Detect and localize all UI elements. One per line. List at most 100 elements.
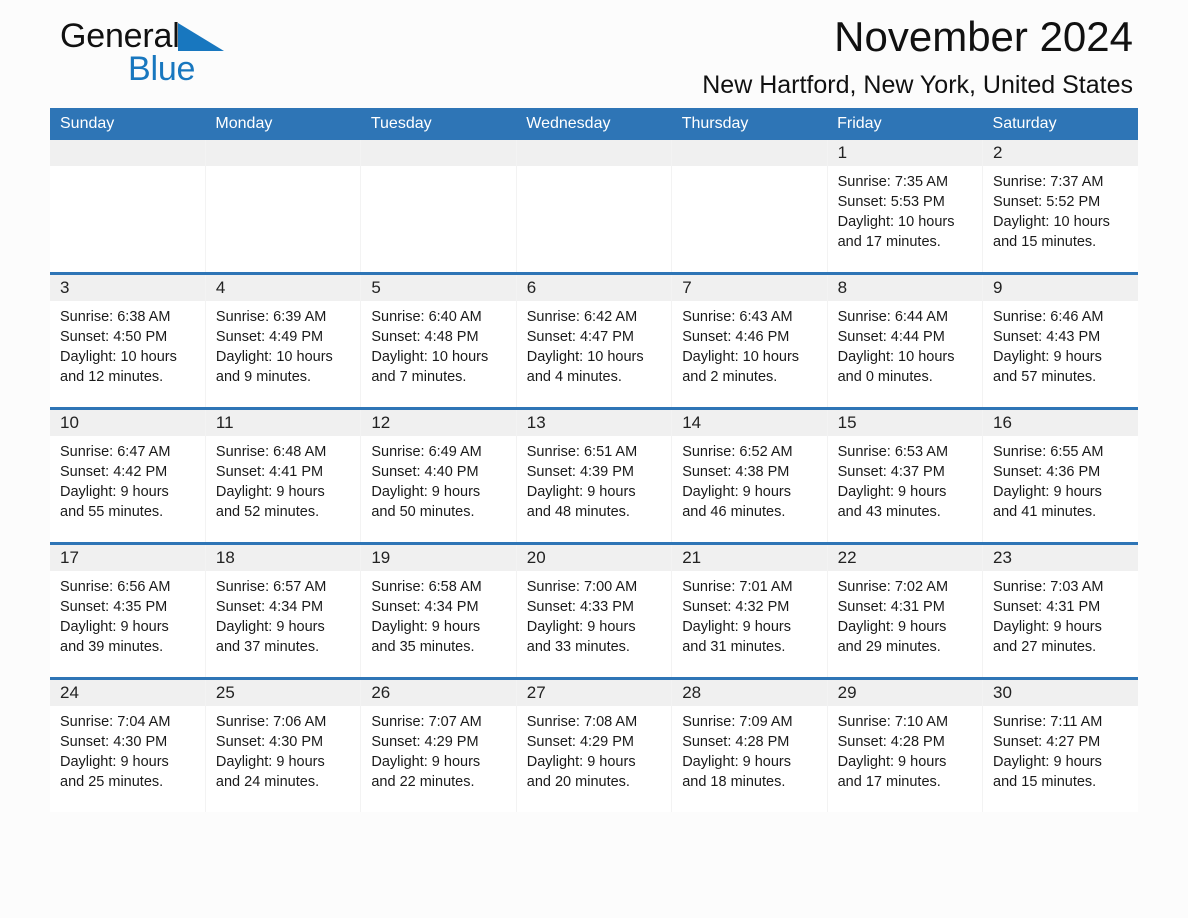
day-number: 1 (827, 140, 983, 166)
calendar-day-cell[interactable]: 6 Sunrise: 6:42 AM Sunset: 4:47 PM Daylight… (516, 272, 673, 409)
calendar-day-cell[interactable]: 19 Sunrise: 6:58 AM Sunset: 4:34 PM Dayligh… (360, 542, 517, 679)
day-number: 21 (672, 545, 827, 571)
sunset-text: Sunset: 4:31 PM (993, 599, 1101, 615)
sunrise-text: Sunrise: 7:35 AM (837, 174, 949, 190)
calendar-day-cell[interactable]: 16 Sunrise: 6:55 AM Sunset: 4:36 PM Dayligh… (982, 407, 1138, 544)
daylight-text: Daylight: 9 hours and 41 minutes. (993, 484, 1102, 520)
sunrise-text: Sunrise: 6:40 AM (371, 309, 482, 325)
day-number: 5 (361, 275, 516, 301)
day-number (672, 140, 827, 166)
calendar-day-cell[interactable]: 30 Sunrise: 7:11 AM Sunset: 4:27 PM Dayligh… (982, 677, 1138, 812)
calendar-day-cell[interactable]: 3 Sunrise: 6:38 AM Sunset: 4:50 PM Daylight… (50, 272, 206, 409)
day-number: 11 (205, 410, 361, 436)
sunrise-text: Sunrise: 7:10 AM (837, 714, 949, 730)
daylight-text: Daylight: 10 hours and 4 minutes. (526, 349, 644, 385)
sunrise-text: Sunrise: 6:39 AM (215, 309, 327, 325)
calendar-day-cell[interactable]: 20 Sunrise: 7:00 AM Sunset: 4:33 PM Dayligh… (516, 542, 673, 679)
day-details: Sunrise: 7:03 AM Sunset: 4:31 PM Daylight:… (983, 571, 1138, 657)
day-number: 4 (205, 275, 361, 301)
daylight-text: Daylight: 9 hours and 33 minutes. (526, 619, 636, 655)
day-number: 2 (983, 140, 1138, 166)
daylight-text: Daylight: 10 hours and 2 minutes. (682, 349, 800, 385)
calendar-day-cell[interactable]: 12 Sunrise: 6:49 AM Sunset: 4:40 PM Dayligh… (360, 407, 517, 544)
sunrise-text: Sunrise: 7:08 AM (526, 714, 638, 730)
calendar-day-cell[interactable]: 13 Sunrise: 6:51 AM Sunset: 4:39 PM Dayligh… (516, 407, 673, 544)
calendar-day-cell[interactable]: 9 Sunrise: 6:46 AM Sunset: 4:43 PM Daylight… (982, 272, 1138, 409)
daylight-text: Daylight: 9 hours and 17 minutes. (837, 754, 947, 790)
day-details: Sunrise: 7:10 AM Sunset: 4:28 PM Daylight:… (828, 706, 982, 792)
weekday-header-row: Sunday Monday Tuesday Wednesday Thursday… (50, 108, 1138, 140)
calendar-day-cell[interactable]: 29 Sunrise: 7:10 AM Sunset: 4:28 PM Dayligh… (827, 677, 984, 812)
calendar-day-cell[interactable]: 14 Sunrise: 6:52 AM Sunset: 4:38 PM Dayligh… (671, 407, 828, 544)
calendar-day-cell[interactable]: 1 Sunrise: 7:35 AM Sunset: 5:53 PM Daylight… (827, 140, 984, 274)
daylight-text: Daylight: 9 hours and 37 minutes. (215, 619, 325, 655)
sunrise-text: Sunrise: 6:49 AM (371, 444, 482, 460)
daylight-text: Daylight: 9 hours and 22 minutes. (371, 754, 481, 790)
calendar-day-cell[interactable]: 21 Sunrise: 7:01 AM Sunset: 4:32 PM Dayligh… (671, 542, 828, 679)
sunrise-text: Sunrise: 6:48 AM (215, 444, 327, 460)
sunset-text: Sunset: 4:46 PM (682, 329, 790, 345)
sunrise-text: Sunrise: 7:03 AM (993, 579, 1104, 595)
sunrise-text: Sunrise: 7:02 AM (837, 579, 949, 595)
calendar-day-cell[interactable]: 8 Sunrise: 6:44 AM Sunset: 4:44 PM Daylight… (827, 272, 984, 409)
day-details: Sunrise: 7:06 AM Sunset: 4:30 PM Daylight:… (206, 706, 360, 792)
sunrise-text: Sunrise: 6:42 AM (526, 309, 638, 325)
sunset-text: Sunset: 4:48 PM (371, 329, 479, 345)
calendar-day-cell[interactable]: 18 Sunrise: 6:57 AM Sunset: 4:34 PM Dayligh… (205, 542, 362, 679)
sunset-text: Sunset: 4:47 PM (526, 329, 634, 345)
sunrise-text: Sunrise: 7:00 AM (526, 579, 638, 595)
day-details: Sunrise: 7:07 AM Sunset: 4:29 PM Daylight:… (361, 706, 515, 792)
sunset-text: Sunset: 4:34 PM (371, 599, 479, 615)
day-number: 8 (827, 275, 983, 301)
sunset-text: Sunset: 4:34 PM (215, 599, 324, 615)
calendar-day-cell[interactable]: 4 Sunrise: 6:39 AM Sunset: 4:49 PM Daylight… (205, 272, 362, 409)
calendar-day-cell[interactable]: 7 Sunrise: 6:43 AM Sunset: 4:46 PM Daylight… (671, 272, 828, 409)
day-number: 10 (50, 410, 205, 436)
day-number: 3 (50, 275, 205, 301)
weekday-header-wednesday: Wednesday (516, 108, 672, 140)
daylight-text: Daylight: 9 hours and 27 minutes. (993, 619, 1102, 655)
day-details: Sunrise: 7:11 AM Sunset: 4:27 PM Daylight:… (983, 706, 1138, 792)
sunset-text: Sunset: 4:33 PM (526, 599, 634, 615)
daylight-text: Daylight: 10 hours and 12 minutes. (60, 349, 177, 385)
day-details: Sunrise: 6:46 AM Sunset: 4:43 PM Daylight:… (983, 301, 1138, 387)
calendar-day-cell[interactable]: 24 Sunrise: 7:04 AM Sunset: 4:30 PM Dayligh… (50, 677, 206, 812)
calendar-day-cell[interactable]: 5 Sunrise: 6:40 AM Sunset: 4:48 PM Daylight… (360, 272, 517, 409)
sunrise-text: Sunrise: 7:07 AM (371, 714, 482, 730)
calendar-day-cell[interactable]: 28 Sunrise: 7:09 AM Sunset: 4:28 PM Dayligh… (671, 677, 828, 812)
day-number: 29 (827, 680, 983, 706)
calendar-day-cell[interactable]: 17 Sunrise: 6:56 AM Sunset: 4:35 PM Dayligh… (50, 542, 206, 679)
calendar-day-cell[interactable]: 15 Sunrise: 6:53 AM Sunset: 4:37 PM Dayligh… (827, 407, 984, 544)
daylight-text: Daylight: 9 hours and 35 minutes. (371, 619, 481, 655)
calendar-day-cell-empty (360, 140, 517, 274)
daylight-text: Daylight: 9 hours and 52 minutes. (215, 484, 325, 520)
calendar-day-cell[interactable]: 10 Sunrise: 6:47 AM Sunset: 4:42 PM Dayligh… (50, 407, 206, 544)
calendar-day-cell[interactable]: 2 Sunrise: 7:37 AM Sunset: 5:52 PM Daylight… (982, 140, 1138, 274)
sunrise-text: Sunrise: 7:06 AM (215, 714, 327, 730)
day-details: Sunrise: 6:51 AM Sunset: 4:39 PM Daylight:… (517, 436, 671, 522)
daylight-text: Daylight: 9 hours and 18 minutes. (682, 754, 791, 790)
calendar-day-cell[interactable]: 25 Sunrise: 7:06 AM Sunset: 4:30 PM Dayligh… (205, 677, 362, 812)
sunset-text: Sunset: 5:52 PM (993, 194, 1101, 210)
day-details: Sunrise: 6:56 AM Sunset: 4:35 PM Daylight:… (50, 571, 205, 657)
daylight-text: Daylight: 9 hours and 15 minutes. (993, 754, 1102, 790)
calendar-day-cell[interactable]: 22 Sunrise: 7:02 AM Sunset: 4:31 PM Dayligh… (827, 542, 984, 679)
daylight-text: Daylight: 9 hours and 24 minutes. (215, 754, 325, 790)
day-number: 14 (672, 410, 827, 436)
day-number (205, 140, 361, 166)
generalblue-logo[interactable]: General Blue (60, 16, 320, 96)
weekday-header-thursday: Thursday (671, 108, 828, 140)
calendar-day-cell[interactable]: 23 Sunrise: 7:03 AM Sunset: 4:31 PM Dayligh… (982, 542, 1138, 679)
daylight-text: Daylight: 9 hours and 50 minutes. (371, 484, 481, 520)
day-details: Sunrise: 7:35 AM Sunset: 5:53 PM Daylight:… (828, 166, 982, 252)
calendar-day-cell[interactable]: 26 Sunrise: 7:07 AM Sunset: 4:29 PM Dayligh… (360, 677, 517, 812)
day-number: 30 (983, 680, 1138, 706)
calendar-day-cell[interactable]: 27 Sunrise: 7:08 AM Sunset: 4:29 PM Dayligh… (516, 677, 673, 812)
day-details: Sunrise: 7:00 AM Sunset: 4:33 PM Daylight:… (517, 571, 671, 657)
day-number: 25 (205, 680, 361, 706)
sunrise-text: Sunrise: 7:01 AM (682, 579, 793, 595)
title-block: November 2024 New Hartford, New York, Un… (702, 10, 1133, 102)
calendar-day-cell[interactable]: 11 Sunrise: 6:48 AM Sunset: 4:41 PM Dayligh… (205, 407, 362, 544)
sunset-text: Sunset: 5:53 PM (837, 194, 945, 210)
sunrise-text: Sunrise: 6:38 AM (60, 309, 171, 325)
